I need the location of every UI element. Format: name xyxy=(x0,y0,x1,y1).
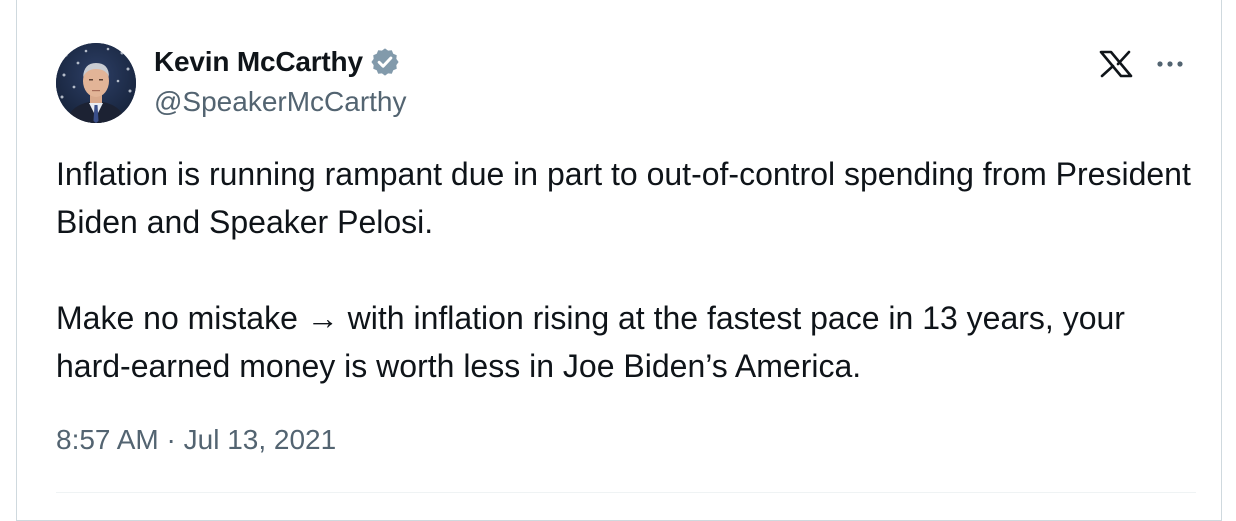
tweet-paragraph-2: Make no mistake → with inflation rising … xyxy=(56,300,1125,384)
author-display-name[interactable]: Kevin McCarthy xyxy=(154,46,363,78)
avatar-photo xyxy=(56,43,136,123)
avatar[interactable] xyxy=(56,43,136,123)
meta-separator: · xyxy=(158,424,184,455)
tweet-time: 8:57 AM xyxy=(56,424,159,455)
tweet-date: Jul 13, 2021 xyxy=(183,424,337,455)
more-options-icon[interactable] xyxy=(1152,50,1188,78)
author-name-row: Kevin McCarthy xyxy=(154,44,401,80)
author-handle[interactable]: @SpeakerMcCarthy xyxy=(154,86,407,118)
tweet-timestamp[interactable]: 8:57 AM · Jul 13, 2021 xyxy=(56,424,336,456)
divider xyxy=(56,492,1196,493)
verified-badge-icon[interactable] xyxy=(369,46,401,78)
x-logo-icon[interactable] xyxy=(1098,48,1134,80)
tweet-text: Inflation is running rampant due in part… xyxy=(56,150,1196,390)
tweet-paragraph-1: Inflation is running rampant due in part… xyxy=(56,156,1191,240)
